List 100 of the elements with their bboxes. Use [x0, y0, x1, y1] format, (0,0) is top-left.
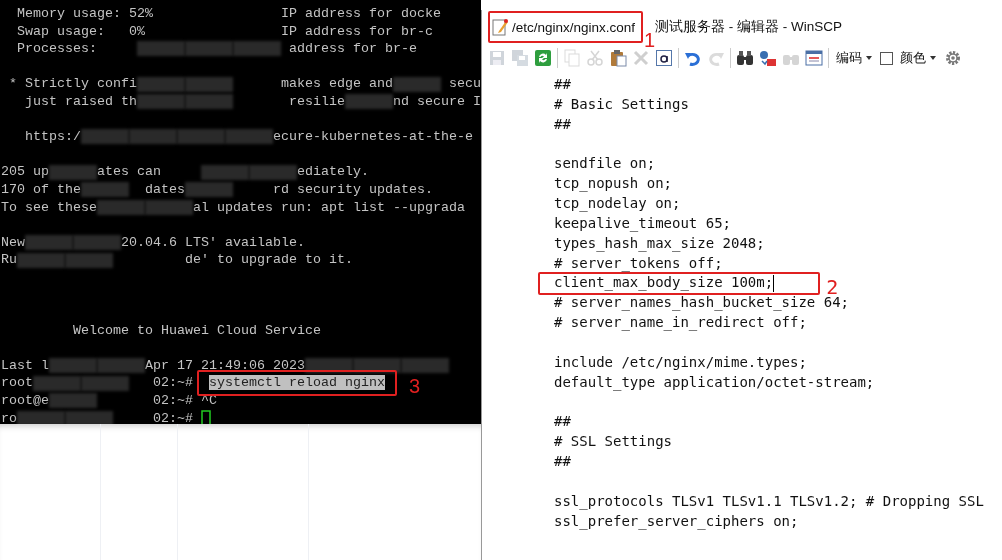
annotation-number: 1 — [644, 29, 656, 51]
terminal-text: ecure-kubernetes-at-the-e — [272, 128, 473, 146]
terminal-text: ates can — [97, 163, 162, 181]
cursor-icon — [200, 410, 211, 424]
checkbox[interactable] — [880, 51, 893, 65]
terminal-text: Last l — [1, 356, 49, 375]
clipboard-icon[interactable] — [609, 49, 627, 67]
terminal-text: 170 of the — [1, 180, 81, 199]
code-line: tcp_nodelay on; — [554, 194, 681, 214]
file-edit-icon — [492, 18, 508, 36]
caret-icon — [865, 54, 873, 62]
redaction-blur — [97, 358, 145, 374]
terminal-text: 02:~# — [151, 409, 194, 424]
terminal-text: resilie — [287, 92, 345, 111]
redaction-blur — [49, 393, 97, 409]
terminal-text: 20.04.6 LTS' available. — [120, 233, 305, 252]
redaction-blur — [81, 375, 129, 391]
binoculars-icon[interactable] — [736, 49, 754, 67]
code-line: ssl_protocols TLSv1 TLSv1.1 TLSv1.2; # Dropping SSL — [554, 491, 984, 512]
redaction-blur — [176, 129, 225, 145]
terminal-text: To see these — [1, 198, 97, 217]
redaction-blur — [17, 410, 65, 424]
code-line: keepalive_timeout 65; — [554, 213, 731, 234]
selected-command: systemctl reload nginx — [208, 375, 385, 391]
code-line: ssl_prefer_server_ciphers on; — [554, 511, 799, 532]
settings-icon[interactable] — [944, 49, 962, 67]
redaction-blur — [232, 41, 281, 57]
text-box-icon[interactable] — [655, 49, 673, 67]
document-icon[interactable] — [805, 49, 823, 67]
terminal-text: makes edge and — [279, 75, 393, 93]
code-line: tcp_nopush on; — [554, 174, 672, 194]
redaction-blur — [392, 76, 441, 92]
terminal-text: https:/ — [24, 128, 81, 146]
terminal-text: Apr 17 21:49:06 2023 — [144, 356, 305, 375]
redaction-blur — [65, 410, 113, 424]
redaction-blur — [17, 252, 65, 268]
terminal-text: Welcome to Huawei Cloud Service — [71, 321, 321, 340]
code-line: ## — [554, 452, 571, 472]
terminal-text: rd security updates. — [271, 180, 433, 199]
code-line: # SSL Settings — [554, 432, 672, 452]
annotation-number: 3 — [408, 375, 421, 398]
terminal-text: root@e — [1, 392, 49, 410]
terminal-text: de' to upgrade to it. — [183, 251, 353, 269]
redaction-blur — [137, 76, 185, 92]
redaction-blur — [184, 182, 233, 198]
redaction-blur — [344, 94, 393, 110]
redaction-blur — [184, 76, 233, 92]
redaction-blur — [73, 235, 121, 250]
terminal-text: Swap usage: 0% IP address for br-c — [16, 22, 433, 41]
code-line: ## — [554, 412, 571, 432]
file-path: /etc/nginx/nginx.conf — [512, 19, 636, 35]
terminal-text: nd secure I — [392, 92, 481, 111]
redaction-blur — [33, 375, 81, 391]
terminal-text: dates — [143, 180, 185, 199]
window-title: 测试服务器 - 编辑器 - WinSCP — [655, 18, 843, 34]
code-line: types_hash_max_size 2048; — [554, 233, 765, 254]
code-line: sendfile on; — [554, 154, 656, 174]
redaction-blur — [184, 94, 233, 110]
terminal-text: address for br-e — [287, 40, 417, 58]
color-menu[interactable]: 颜色 — [898, 48, 939, 68]
redaction-blur — [128, 129, 177, 145]
terminal-text: secu — [447, 75, 481, 93]
terminal-text: ediately. — [296, 163, 369, 181]
terminal-text: root — [1, 374, 33, 393]
redaction-blur — [97, 199, 145, 215]
redaction-blur — [137, 94, 185, 110]
encoding-menu[interactable]: 编码 — [834, 48, 875, 68]
redaction-blur — [248, 164, 297, 180]
terminal-text: Memory usage: 52% IP address for docke — [16, 5, 441, 23]
redaction-blur — [49, 164, 97, 180]
code-line: include /etc/nginx/mime.types; — [554, 352, 807, 372]
redaction-blur — [65, 252, 113, 268]
terminal-text: * Strictly confi — [8, 75, 137, 93]
reload-icon[interactable] — [534, 49, 552, 67]
code-line: # Basic Settings — [554, 94, 689, 114]
caret-icon — [929, 54, 937, 62]
replace-icon[interactable] — [759, 49, 777, 67]
terminal-text: 02:~# — [151, 374, 194, 393]
terminal-text: al updates run: apt list --upgrada — [192, 198, 465, 217]
terminal-text: Processes: — [16, 40, 98, 58]
code-line: # server_name_in_redirect off; — [554, 313, 807, 333]
redaction-blur — [224, 129, 273, 145]
terminal-text: 205 up — [1, 163, 49, 181]
redaction-blur — [400, 358, 449, 374]
redaction-blur — [49, 358, 97, 374]
redaction-blur — [25, 235, 73, 250]
code-line: default_type application/octet-stream; — [554, 372, 875, 393]
terminal-text: New — [1, 233, 25, 252]
redaction-blur — [137, 41, 185, 57]
terminal-text: just raised th — [24, 92, 137, 111]
redaction-blur — [144, 199, 193, 215]
terminal-text: Ru — [1, 251, 17, 269]
redaction-blur — [81, 182, 129, 198]
terminal-text: ro — [1, 409, 17, 424]
code-line: client_max_body_size 100m; — [554, 273, 774, 293]
redaction-blur — [200, 164, 249, 180]
code-line: ## — [554, 75, 571, 94]
code-line: # server_tokens off; — [554, 253, 723, 274]
code-line: ## — [554, 114, 571, 134]
redaction-blur — [184, 41, 233, 57]
